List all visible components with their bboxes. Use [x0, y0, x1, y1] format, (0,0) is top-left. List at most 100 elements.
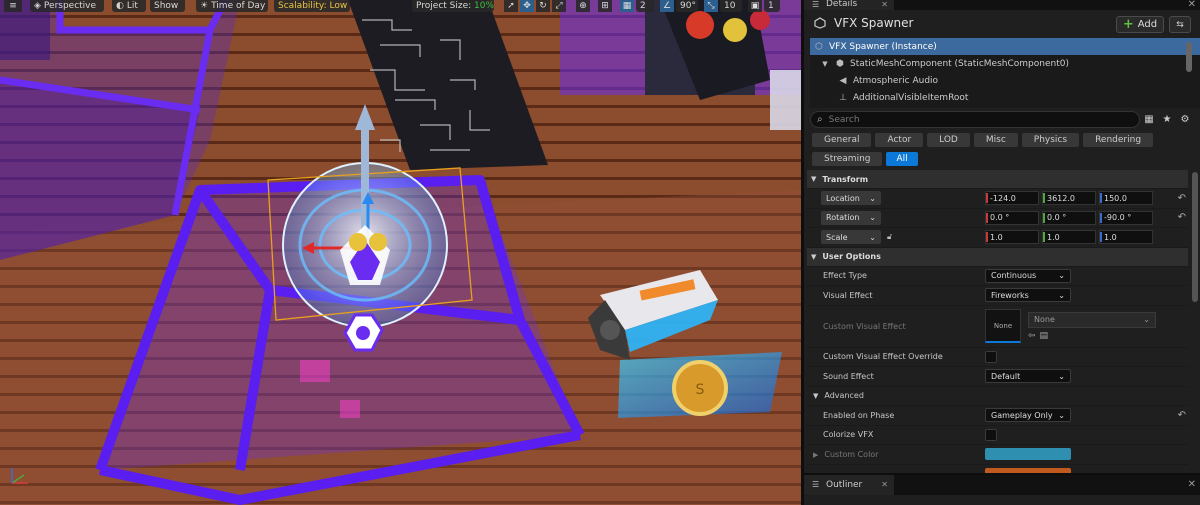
browse-folder-icon[interactable]: ▤ — [1040, 331, 1049, 341]
close-panel-icon[interactable]: ✕ — [1188, 475, 1196, 495]
grid-snap-icon[interactable]: ▦ — [620, 0, 634, 12]
filter-misc[interactable]: Misc — [973, 133, 1018, 147]
custom-color-swatch[interactable] — [985, 448, 1071, 461]
category-transform[interactable]: ▼ Transform — [807, 170, 1188, 189]
level-viewport[interactable]: S ≡ ◈ Perspective ◐ Lit Show ☀ Time of Day … — [0, 0, 801, 505]
audio-icon: ◀ — [839, 75, 847, 86]
reset-arrow-icon[interactable]: ↶ — [1178, 193, 1186, 204]
filter-lod[interactable]: LOD — [927, 133, 970, 147]
scale-dropdown[interactable]: Scale ⌄ — [821, 230, 881, 245]
filter-general[interactable]: General — [812, 133, 872, 147]
filter-all[interactable]: All — [886, 152, 918, 166]
collapse-arrow-icon: ▼ — [811, 252, 817, 261]
component-tree: ⬡ VFX Spawner (Instance) ▼ ⬢ StaticMeshComp… — [810, 38, 1200, 108]
enabled-on-phase-row: Enabled on Phase Gameplay Only ⌄ ↶ — [807, 406, 1188, 426]
perspective-button[interactable]: ◈ Perspective — [30, 0, 104, 12]
hamburger-icon[interactable]: ≡ — [4, 0, 22, 12]
expand-arrow-icon[interactable]: ▼ — [820, 60, 830, 68]
rotation-x-field[interactable]: 0.0 ° — [985, 210, 1039, 225]
custom-override-checkbox[interactable] — [985, 350, 997, 363]
tree-item-static-mesh-component[interactable]: ▼ ⬢ StaticMeshComponent (StaticMeshCompone… — [810, 55, 1200, 72]
rotation-dropdown[interactable]: Rotation ⌄ — [821, 210, 881, 225]
filter-rendering[interactable]: Rendering — [1083, 133, 1154, 147]
camera-speed-value[interactable]: 1 — [764, 0, 780, 12]
details-scrollbar[interactable] — [1192, 172, 1198, 302]
filter-actor[interactable]: Actor — [875, 133, 924, 147]
time-of-day-button[interactable]: ☀ Time of Day — [196, 0, 268, 12]
enabled-on-phase-dropdown[interactable]: Gameplay Only ⌄ — [985, 408, 1071, 423]
add-component-button[interactable]: + Add — [1116, 16, 1164, 33]
use-selected-icon[interactable]: ⇦ — [1028, 331, 1036, 341]
close-tab-icon[interactable]: ✕ — [881, 0, 888, 9]
table-view-icon[interactable]: ▦ — [1140, 114, 1158, 125]
settings-gear-icon[interactable]: ⚙ — [1176, 114, 1194, 125]
scale-x-field[interactable]: 1.0 — [985, 230, 1039, 245]
outliner-tab-bar: ☰ Outliner ✕ ✕ — [804, 475, 1200, 495]
scale-row: Scale ⌄ 🔓︎ 1.0 1.0 1.0 — [807, 228, 1188, 248]
tree-item-vfx-spawner-instance[interactable]: ⬡ VFX Spawner (Instance) — [810, 38, 1200, 55]
effect-type-dropdown[interactable]: Continuous ⌄ — [985, 268, 1071, 283]
location-y-field[interactable]: 3612.0 — [1042, 191, 1096, 206]
actor-header: VFX Spawner + Add ⇆ — [804, 10, 1200, 36]
rotation-row: Rotation ⌄ 0.0 ° 0.0 ° -90.0 ° ↶ — [807, 209, 1188, 228]
filter-physics[interactable]: Physics — [1021, 133, 1080, 147]
scale-icon[interactable]: ⤢ — [552, 0, 566, 12]
show-button[interactable]: Show — [150, 0, 185, 12]
filter-streaming[interactable]: Streaming — [812, 152, 883, 166]
close-tab-icon[interactable]: ✕ — [881, 475, 888, 495]
visual-effect-dropdown[interactable]: Fireworks ⌄ — [985, 288, 1071, 303]
collapse-arrow-icon: ▼ — [813, 392, 819, 401]
tab-details[interactable]: ☰ Details ✕ — [804, 0, 894, 10]
tree-item-atmospheric-audio[interactable]: ◀ Atmospheric Audio — [810, 72, 1200, 89]
scale-snap-icon[interactable]: ⤡ — [704, 0, 718, 12]
close-panel-icon[interactable]: ✕ — [1188, 0, 1196, 10]
angle-value[interactable]: 90° — [676, 0, 698, 12]
rotation-z-field[interactable]: -90.0 ° — [1099, 210, 1153, 225]
surface-snap-icon[interactable]: ⊞ — [598, 0, 612, 12]
custom-visual-effect-override-row: Custom Visual Effect Override — [807, 348, 1188, 367]
perspective-icon: ◈ — [34, 1, 41, 11]
scale-z-field[interactable]: 1.0 — [1099, 230, 1153, 245]
project-size-indicator[interactable]: Project Size: 10% — [412, 0, 494, 12]
scene-render: S — [0, 0, 801, 505]
details-search-input[interactable]: ⌕ Search — [810, 111, 1140, 128]
grid-size-value[interactable]: 2 — [636, 0, 654, 12]
asset-picker-dropdown[interactable]: None ⌄ — [1028, 311, 1156, 328]
search-icon: ⌕ — [817, 114, 823, 125]
scale-snap-value[interactable]: 10 — [720, 0, 742, 12]
location-z-field[interactable]: 150.0 — [1099, 191, 1153, 206]
rotation-y-field[interactable]: 0.0 ° — [1042, 210, 1096, 225]
rotate-icon[interactable]: ↻ — [536, 0, 550, 12]
favorites-star-icon[interactable]: ★ — [1158, 114, 1176, 125]
blueprint-button[interactable]: ⇆ — [1169, 16, 1191, 33]
tree-scrollbar[interactable] — [1186, 42, 1192, 72]
sound-effect-dropdown[interactable]: Default ⌄ — [985, 369, 1071, 384]
expand-arrow-icon[interactable]: ▶ — [813, 451, 818, 459]
category-advanced[interactable]: ▼ Advanced — [807, 386, 1188, 406]
world-space-icon[interactable]: ⊕ — [576, 0, 590, 12]
colorize-vfx-checkbox[interactable] — [985, 428, 997, 441]
lit-button[interactable]: ◐ Lit — [112, 0, 146, 12]
effect-type-row: Effect Type Continuous ⌄ — [807, 267, 1188, 286]
tree-item-additional-visible-item-root[interactable]: ⊥ AdditionalVisibleItemRoot — [810, 89, 1200, 106]
category-user-options[interactable]: ▼ User Options — [807, 247, 1188, 267]
sun-icon: ☀ — [200, 1, 209, 11]
translate-icon[interactable]: ✥ — [520, 0, 534, 12]
collapse-arrow-icon: ▼ — [811, 175, 817, 183]
reset-arrow-icon[interactable]: ↶ — [1178, 212, 1186, 223]
select-cursor-icon[interactable]: ➚ — [504, 0, 518, 12]
asset-thumbnail[interactable]: None — [985, 309, 1021, 343]
chevron-down-icon: ⌄ — [1058, 271, 1065, 281]
location-dropdown[interactable]: Location ⌄ — [821, 191, 881, 206]
lock-icon[interactable]: 🔓︎ — [887, 232, 892, 242]
plus-icon: + — [1122, 16, 1134, 32]
location-x-field[interactable]: -124.0 — [985, 191, 1039, 206]
svg-text:S: S — [696, 382, 705, 398]
scale-y-field[interactable]: 1.0 — [1042, 230, 1096, 245]
chevron-down-icon: ⌄ — [869, 232, 876, 242]
camera-icon[interactable]: ▣ — [748, 0, 762, 12]
tab-outliner[interactable]: ☰ Outliner ✕ — [804, 475, 894, 495]
scalability-button[interactable]: Scalability: Low — [274, 0, 350, 12]
angle-snap-icon[interactable]: ∠ — [660, 0, 674, 12]
reset-arrow-icon[interactable]: ↶ — [1178, 410, 1186, 421]
